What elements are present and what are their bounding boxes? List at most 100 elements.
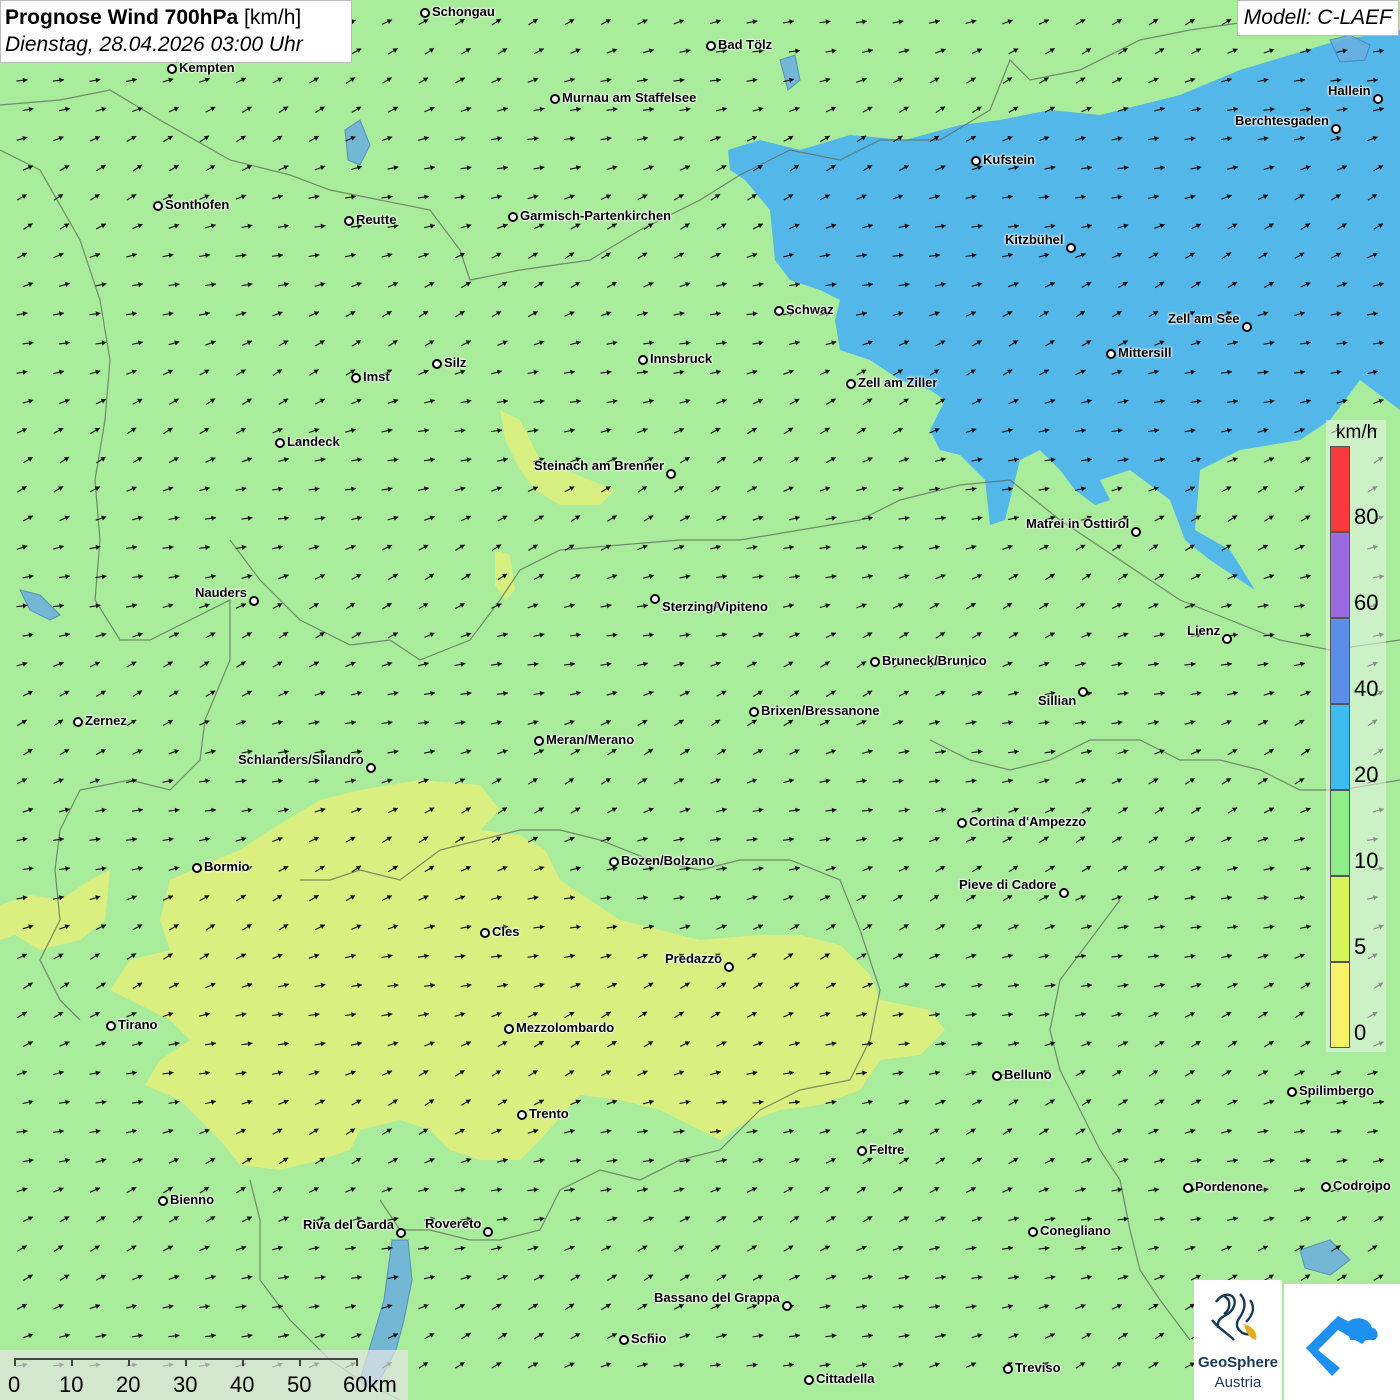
wind-arrow-head [789, 19, 794, 25]
city-dot-icon [432, 359, 442, 369]
wind-arrow-head [101, 282, 107, 288]
wind-arrow-head [314, 1304, 320, 1310]
wind-arrow-head [606, 77, 612, 83]
wind-arrow-head [350, 252, 356, 258]
wind-arrow-head [502, 106, 508, 112]
city-dot-icon [73, 717, 83, 727]
wind-arrow-head [283, 457, 289, 463]
city-dot-icon [1331, 124, 1341, 134]
wind-map[interactable]: Prognose Wind 700hPa [km/h] Dienstag, 28… [0, 0, 1400, 1400]
wind-arrow-head [466, 223, 472, 229]
wind-arrow-head [971, 544, 977, 550]
wind-arrow-head [642, 1187, 648, 1193]
wind-arrow-head [539, 165, 545, 171]
map-title-main: Prognose Wind 700hPa [5, 6, 239, 29]
city-dot-icon [158, 1196, 168, 1206]
wind-arrow-head [247, 1274, 253, 1280]
wind-arrow-head [679, 661, 685, 667]
wind-arrow-head [533, 1245, 539, 1251]
city-label: Berchtesgaden [1235, 113, 1329, 128]
wind-arrow-head [460, 720, 466, 726]
city-dot-icon [1078, 687, 1088, 697]
wind-arrow-head [101, 106, 107, 112]
wind-arrow-head [977, 1333, 983, 1339]
city-label: Pieve di Cadore [959, 877, 1057, 892]
wind-arrow-head [904, 807, 910, 813]
wind-arrow-head [934, 720, 940, 726]
wind-arrow-head [204, 836, 210, 842]
wind-arrow-head [320, 282, 326, 287]
wind-arrow-head [1123, 1274, 1129, 1280]
wind-arrow-head [533, 194, 539, 200]
wind-arrow-head [758, 282, 764, 288]
wind-arrow-head [679, 895, 685, 901]
wind-arrow-head [429, 1274, 435, 1280]
wind-arrow-head [210, 574, 216, 580]
wind-arrow-head [575, 866, 581, 872]
legend-unit: km/h [1336, 422, 1378, 443]
city-label: Bienno [170, 1192, 215, 1207]
wind-arrow-head [794, 866, 800, 872]
city-dot-icon [1222, 634, 1232, 644]
city-label: Feltre [869, 1142, 905, 1157]
scale-label: 50 [287, 1372, 312, 1397]
legend-tick-label: 5 [1354, 934, 1367, 959]
wind-arrow-head [466, 457, 472, 463]
city-label: Zell am Ziller [858, 375, 938, 390]
city-label: Steinach am Brenner [534, 458, 665, 473]
city-label: Pordenone [1195, 1179, 1263, 1194]
wind-arrow-head [247, 1333, 253, 1339]
city-label: Schlanders/Silandro [238, 752, 364, 767]
wind-arrow-head [350, 428, 356, 433]
wind-arrow-head [22, 836, 28, 842]
wind-arrow-head [356, 690, 362, 696]
wind-arrow-head [247, 282, 253, 288]
city-dot-icon [724, 962, 734, 972]
city-label: Sterzing/Vipiteno [662, 599, 768, 614]
wind-arrow-head [101, 632, 107, 638]
wind-arrow-head [1305, 574, 1311, 580]
city-dot-icon [344, 216, 354, 226]
city-dot-icon [971, 156, 981, 166]
wind-arrow-head [466, 1274, 472, 1280]
city-label: Bassano del Grappa [654, 1290, 780, 1305]
wind-arrow-head [1372, 1070, 1378, 1076]
city-dot-icon [650, 594, 660, 604]
city-dot-icon [619, 1335, 629, 1345]
wind-arrow-head [95, 1128, 101, 1134]
geosphere-sub: Austria [1214, 1374, 1262, 1391]
wind-arrow-head [715, 895, 721, 901]
wind-arrow-head [721, 807, 727, 813]
wind-arrow-head [1013, 690, 1019, 696]
wind-arrow-head [721, 282, 727, 287]
city-dot-icon [1028, 1227, 1038, 1237]
city-label: Kempten [179, 60, 235, 75]
wind-arrow-head [539, 632, 545, 638]
border-austria-italy [229, 479, 1400, 661]
city-dot-icon [167, 64, 177, 74]
city-label: Silz [444, 355, 467, 370]
city-label: Conegliano [1040, 1223, 1111, 1238]
wind-arrow-head [971, 1070, 977, 1076]
wind-arrow-head [283, 282, 289, 288]
city-label: Nauders [195, 585, 248, 600]
wind-arrow-head [1263, 1187, 1269, 1193]
wind-arrow-head [612, 1216, 618, 1222]
wind-arrow-head [204, 486, 210, 492]
city-label: Bormio [204, 859, 250, 874]
wind-arrow-head [460, 486, 466, 492]
app-logo[interactable] [1284, 1284, 1400, 1400]
wind-arrow-head [241, 486, 247, 492]
wind-arrow-head [685, 924, 691, 930]
lake-small-2 [779, 54, 801, 91]
wind-arrow-head [283, 807, 289, 813]
wind-arrow-head [101, 1333, 107, 1339]
wind-arrow-head [1044, 486, 1050, 492]
wind-arrow-head [1226, 603, 1232, 609]
wind-arrow-head [1153, 1245, 1159, 1251]
wind-arrow-head [612, 398, 618, 404]
wind-arrow-head [1117, 720, 1123, 726]
border-friuli [1049, 899, 1191, 1341]
wind-arrow-head [22, 369, 28, 375]
geosphere-logo[interactable]: GeoSphere Austria [1194, 1280, 1282, 1400]
